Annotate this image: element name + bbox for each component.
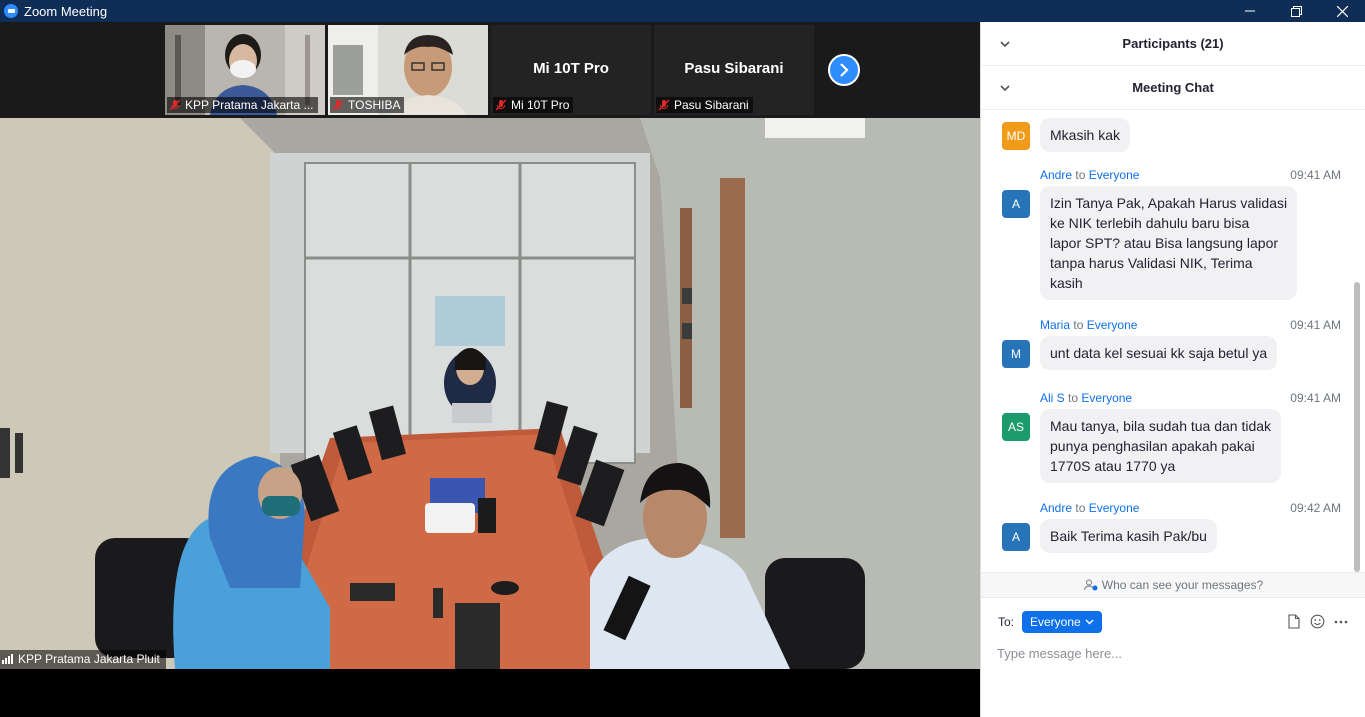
sender-name[interactable]: Maria bbox=[1040, 318, 1070, 332]
chat-header[interactable]: Meeting Chat bbox=[981, 66, 1365, 110]
chat-scrollbar[interactable] bbox=[1354, 112, 1360, 572]
mic-muted-icon bbox=[495, 99, 507, 111]
message-time: 09:42 AM bbox=[1290, 501, 1341, 515]
message-bubble: Baik Terima kasih Pak/bu bbox=[1040, 519, 1217, 553]
chevron-down-icon bbox=[1085, 619, 1094, 625]
chevron-down-icon[interactable] bbox=[999, 82, 1011, 94]
participant-display-name: Mi 10T Pro bbox=[533, 60, 609, 77]
next-page-button[interactable] bbox=[828, 54, 860, 86]
participant-name-tag: KPP Pratama Jakarta ... bbox=[167, 97, 318, 113]
close-icon bbox=[1336, 5, 1348, 17]
scrollbar-thumb[interactable] bbox=[1354, 282, 1360, 572]
avatar: M bbox=[1002, 340, 1030, 368]
participant-tile[interactable]: KPP Pratama Jakarta ... bbox=[165, 25, 325, 115]
participant-display-name: Pasu Sibarani bbox=[684, 60, 784, 77]
chat-message: Andre to Everyone 09:42 AM A Baik Terima… bbox=[981, 501, 1353, 557]
message-meta: Andre to Everyone 09:42 AM bbox=[1040, 501, 1341, 515]
message-bubble: Mau tanya, bila sudah tua dan tidak puny… bbox=[1040, 409, 1282, 483]
recipient-select[interactable]: Everyone bbox=[1022, 611, 1102, 633]
recipient-row: To: Everyone bbox=[981, 610, 1365, 634]
sender-name[interactable]: Andre bbox=[1040, 168, 1072, 182]
message-bubble: Izin Tanya Pak, Apakah Harus validasi ke… bbox=[1040, 186, 1298, 300]
restore-button[interactable] bbox=[1273, 0, 1319, 22]
mic-muted-icon bbox=[169, 99, 181, 111]
video-area: KPP Pratama Jakarta ... TOSHIBA Mi 10T P… bbox=[0, 22, 980, 717]
message-bubble: Mkasih kak bbox=[1040, 118, 1131, 152]
message-meta: Maria to Everyone 09:41 AM bbox=[1040, 318, 1341, 332]
chat-title: Meeting Chat bbox=[1132, 80, 1214, 95]
avatar: MD bbox=[1002, 122, 1030, 150]
people-icon bbox=[1083, 579, 1098, 591]
avatar: A bbox=[1002, 523, 1030, 551]
to-label: To: bbox=[998, 615, 1015, 629]
who-can-see-messages-link[interactable]: Who can see your messages? bbox=[981, 572, 1365, 598]
zoom-logo-icon bbox=[4, 4, 18, 18]
title-bar: Zoom Meeting bbox=[0, 0, 1365, 22]
minimize-icon bbox=[1245, 10, 1255, 12]
mic-muted-icon bbox=[332, 99, 344, 111]
chat-message: Ali S to Everyone 09:41 AM AS Mau tanya,… bbox=[981, 391, 1353, 487]
more-options-icon[interactable] bbox=[1334, 615, 1348, 629]
sender-name[interactable]: Andre bbox=[1040, 501, 1072, 515]
participant-tile[interactable]: TOSHIBA bbox=[328, 25, 488, 115]
side-panel: Participants (21) Meeting Chat MD Mkasih… bbox=[980, 22, 1365, 717]
message-input[interactable] bbox=[997, 642, 1347, 664]
participant-name-tag: Mi 10T Pro bbox=[493, 97, 574, 113]
file-icon[interactable] bbox=[1287, 614, 1301, 629]
minimize-button[interactable] bbox=[1227, 0, 1273, 22]
message-meta: Ali S to Everyone 09:41 AM bbox=[1040, 391, 1341, 405]
message-time: 09:41 AM bbox=[1290, 391, 1341, 405]
active-speaker-name-tag: KPP Pratama Jakarta Pluit bbox=[0, 650, 166, 669]
chat-message: MD Mkasih kak bbox=[981, 116, 1353, 156]
chat-message: Andre to Everyone 09:41 AM A Izin Tanya … bbox=[981, 168, 1353, 300]
participants-header[interactable]: Participants (21) bbox=[981, 22, 1365, 66]
close-button[interactable] bbox=[1319, 0, 1365, 22]
participant-tile[interactable]: Mi 10T Pro Mi 10T Pro bbox=[491, 25, 651, 115]
chevron-right-icon bbox=[840, 63, 849, 77]
participant-tile[interactable]: Pasu Sibarani Pasu Sibarani bbox=[654, 25, 814, 115]
message-time: 09:41 AM bbox=[1290, 318, 1341, 332]
sender-name[interactable]: Ali S bbox=[1040, 391, 1065, 405]
recipient-name: Everyone bbox=[1081, 391, 1133, 405]
connection-signal-icon bbox=[2, 654, 13, 664]
meeting-room-video bbox=[0, 118, 980, 669]
chevron-down-icon[interactable] bbox=[999, 38, 1011, 50]
avatar: A bbox=[1002, 190, 1030, 218]
restore-icon bbox=[1290, 5, 1302, 17]
participants-title: Participants (21) bbox=[1122, 36, 1224, 51]
participant-name-tag: Pasu Sibarani bbox=[656, 97, 753, 113]
recipient-name: Everyone bbox=[1088, 168, 1140, 182]
message-meta: Andre to Everyone 09:41 AM bbox=[1040, 168, 1341, 182]
active-speaker-video[interactable]: KPP Pratama Jakarta Pluit bbox=[0, 118, 980, 669]
message-bubble: unt data kel sesuai kk saja betul ya bbox=[1040, 336, 1278, 370]
emoji-icon[interactable] bbox=[1310, 614, 1325, 629]
mic-muted-icon bbox=[658, 99, 670, 111]
window-title: Zoom Meeting bbox=[24, 3, 108, 19]
chat-message: Maria to Everyone 09:41 AM M unt data ke… bbox=[981, 318, 1353, 374]
message-time: 09:41 AM bbox=[1290, 168, 1341, 182]
avatar: AS bbox=[1002, 413, 1030, 441]
recipient-name: Everyone bbox=[1086, 318, 1138, 332]
gallery-strip: KPP Pratama Jakarta ... TOSHIBA Mi 10T P… bbox=[0, 22, 980, 118]
chat-message-list[interactable]: MD Mkasih kak Andre to Everyone 09:41 AM… bbox=[981, 110, 1353, 572]
participant-name-tag: TOSHIBA bbox=[330, 97, 405, 113]
recipient-name: Everyone bbox=[1088, 501, 1140, 515]
